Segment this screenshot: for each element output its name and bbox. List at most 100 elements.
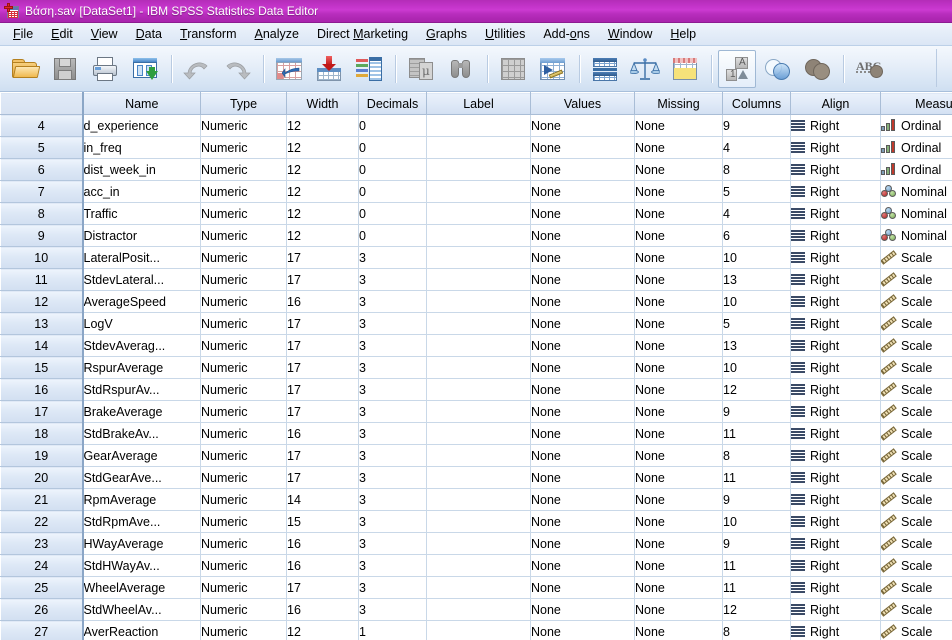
- cell-measure[interactable]: Scale: [880, 400, 952, 423]
- cell-measure[interactable]: Scale: [880, 510, 952, 533]
- row-header[interactable]: 23: [0, 532, 84, 555]
- cell-missing[interactable]: None: [634, 224, 723, 247]
- run-descriptives-button[interactable]: μ: [402, 50, 440, 88]
- column-header-decimals[interactable]: Decimals: [358, 92, 427, 115]
- cell-type[interactable]: Numeric: [200, 202, 287, 225]
- cell-name[interactable]: StdBrakeAv...: [82, 422, 201, 445]
- cell-measure[interactable]: Scale: [880, 356, 952, 379]
- menu-data[interactable]: Data: [127, 25, 171, 43]
- cell-type[interactable]: Numeric: [200, 576, 287, 599]
- cell-label[interactable]: [426, 334, 531, 357]
- cell-label[interactable]: [426, 202, 531, 225]
- table-row[interactable]: 9 Distractor Numeric 12 0 None None 6 Right Nomin…: [0, 224, 952, 247]
- cell-width[interactable]: 16: [286, 290, 359, 313]
- cell-columns[interactable]: 9: [722, 114, 791, 137]
- table-row[interactable]: 16 StdRspurAv... Numeric 17 3 None None 12 Right…: [0, 378, 952, 401]
- cell-width[interactable]: 17: [286, 444, 359, 467]
- cell-width[interactable]: 16: [286, 532, 359, 555]
- cell-type[interactable]: Numeric: [200, 466, 287, 489]
- cell-type[interactable]: Numeric: [200, 246, 287, 269]
- cell-columns[interactable]: 11: [722, 554, 791, 577]
- cell-name[interactable]: StdevAverag...: [82, 334, 201, 357]
- row-header[interactable]: 11: [0, 268, 84, 291]
- cell-columns[interactable]: 12: [722, 378, 791, 401]
- cell-columns[interactable]: 6: [722, 224, 791, 247]
- column-header-width[interactable]: Width: [286, 92, 359, 115]
- select-cases-button[interactable]: [666, 50, 704, 88]
- table-row[interactable]: 19 GearAverage Numeric 17 3 None None 8 Right Sca…: [0, 444, 952, 467]
- cell-width[interactable]: 17: [286, 466, 359, 489]
- cell-values[interactable]: None: [530, 356, 635, 379]
- cell-columns[interactable]: 8: [722, 444, 791, 467]
- cell-values[interactable]: None: [530, 334, 635, 357]
- cell-type[interactable]: Numeric: [200, 422, 287, 445]
- insert-variable-button[interactable]: [534, 50, 572, 88]
- table-row[interactable]: 22 StdRpmAve... Numeric 15 3 None None 10 Right S…: [0, 510, 952, 533]
- cell-width[interactable]: 17: [286, 334, 359, 357]
- print-button[interactable]: [86, 50, 124, 88]
- cell-columns[interactable]: 11: [722, 422, 791, 445]
- row-header[interactable]: 24: [0, 554, 84, 577]
- cell-values[interactable]: None: [530, 290, 635, 313]
- cell-measure[interactable]: Nominal: [880, 180, 952, 203]
- menu-graphs[interactable]: Graphs: [417, 25, 476, 43]
- cell-align[interactable]: Right: [790, 576, 881, 599]
- row-header[interactable]: 17: [0, 400, 84, 423]
- menu-window[interactable]: Window: [599, 25, 661, 43]
- row-header[interactable]: 12: [0, 290, 84, 313]
- cell-align[interactable]: Right: [790, 180, 881, 203]
- cell-name[interactable]: HWayAverage: [82, 532, 201, 555]
- row-header[interactable]: 13: [0, 312, 84, 335]
- cell-width[interactable]: 17: [286, 312, 359, 335]
- cell-width[interactable]: 16: [286, 554, 359, 577]
- table-row[interactable]: 10 LateralPosit... Numeric 17 3 None None 10 Rig…: [0, 246, 952, 269]
- cell-columns[interactable]: 4: [722, 202, 791, 225]
- menu-edit[interactable]: Edit: [42, 25, 82, 43]
- cell-align[interactable]: Right: [790, 312, 881, 335]
- cell-name[interactable]: StdevLateral...: [82, 268, 201, 291]
- cell-missing[interactable]: None: [634, 356, 723, 379]
- cell-type[interactable]: Numeric: [200, 378, 287, 401]
- cell-align[interactable]: Right: [790, 158, 881, 181]
- cell-name[interactable]: LateralPosit...: [82, 246, 201, 269]
- cell-width[interactable]: 14: [286, 488, 359, 511]
- cell-type[interactable]: Numeric: [200, 312, 287, 335]
- cell-name[interactable]: AverReaction: [82, 620, 201, 640]
- table-row[interactable]: 14 StdevAverag... Numeric 17 3 None None 13 Righ…: [0, 334, 952, 357]
- cell-name[interactable]: StdRpmAve...: [82, 510, 201, 533]
- cell-measure[interactable]: Scale: [880, 422, 952, 445]
- cell-values[interactable]: None: [530, 136, 635, 159]
- variables-button[interactable]: [350, 50, 388, 88]
- cell-missing[interactable]: None: [634, 158, 723, 181]
- cell-label[interactable]: [426, 136, 531, 159]
- cell-values[interactable]: None: [530, 444, 635, 467]
- cell-measure[interactable]: Scale: [880, 466, 952, 489]
- cell-width[interactable]: 12: [286, 620, 359, 640]
- cell-missing[interactable]: None: [634, 400, 723, 423]
- show-all-variables-button[interactable]: [798, 50, 836, 88]
- row-header[interactable]: 8: [0, 202, 84, 225]
- cell-name[interactable]: dist_week_in: [82, 158, 201, 181]
- menu-utilities[interactable]: Utilities: [476, 25, 534, 43]
- cell-columns[interactable]: 8: [722, 620, 791, 640]
- menu-view[interactable]: View: [82, 25, 127, 43]
- cell-width[interactable]: 17: [286, 576, 359, 599]
- table-row[interactable]: 24 StdHWayAv... Numeric 16 3 None None 11 Right S…: [0, 554, 952, 577]
- cell-columns[interactable]: 10: [722, 246, 791, 269]
- cell-label[interactable]: [426, 114, 531, 137]
- cell-decimals[interactable]: 1: [358, 620, 427, 640]
- cell-decimals[interactable]: 0: [358, 136, 427, 159]
- cell-label[interactable]: [426, 620, 531, 640]
- cell-missing[interactable]: None: [634, 444, 723, 467]
- cell-decimals[interactable]: 3: [358, 246, 427, 269]
- variable-view-grid[interactable]: Name Type Width Decimals Label Values Mi…: [0, 92, 952, 640]
- cell-columns[interactable]: 13: [722, 334, 791, 357]
- cell-label[interactable]: [426, 466, 531, 489]
- cell-decimals[interactable]: 3: [358, 268, 427, 291]
- cell-measure[interactable]: Scale: [880, 312, 952, 335]
- cell-type[interactable]: Numeric: [200, 554, 287, 577]
- cell-decimals[interactable]: 3: [358, 444, 427, 467]
- cell-width[interactable]: 16: [286, 598, 359, 621]
- grid-corner-header[interactable]: [0, 92, 84, 115]
- cell-values[interactable]: None: [530, 510, 635, 533]
